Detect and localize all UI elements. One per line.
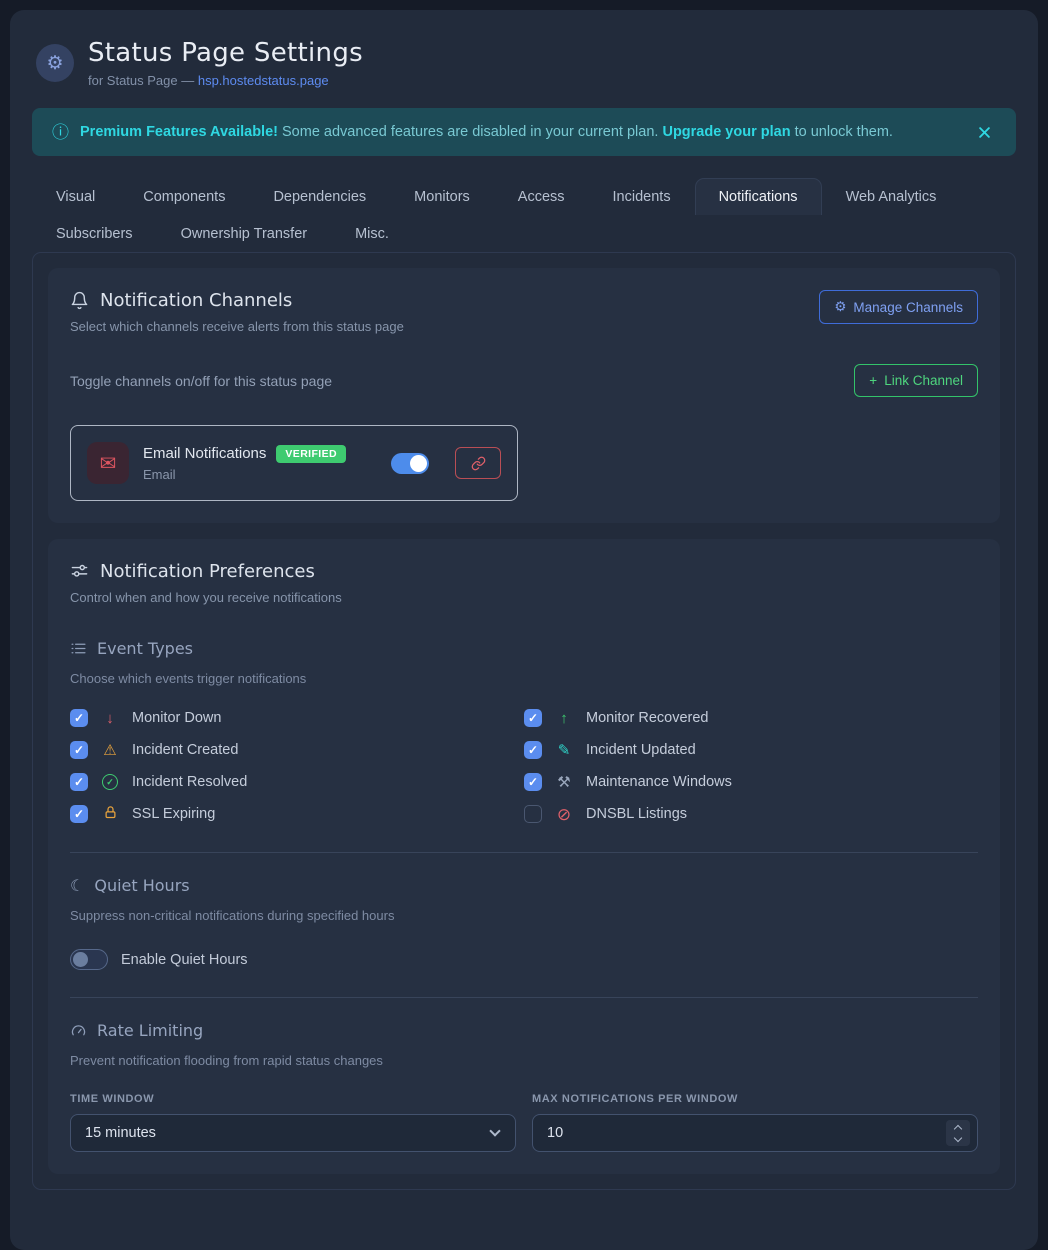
tab-ownership-transfer[interactable]: Ownership Transfer [157,215,332,252]
notification-channels-card: Notification Channels Select which chann… [48,268,1000,523]
checkbox-checked[interactable]: ✓ [524,741,542,759]
moon-icon: ☾ [70,878,84,894]
event-incident-updated[interactable]: ✓ ✎ Incident Updated [524,739,978,761]
chevron-down-icon [954,1133,962,1141]
section-divider [70,997,978,998]
event-types-subtitle: Choose which events trigger notification… [70,671,978,686]
rate-limiting-section: Rate Limiting Prevent notification flood… [70,1021,978,1152]
list-icon [70,640,87,657]
event-monitor-down[interactable]: ✓ ↓ Monitor Down [70,707,524,729]
time-window-field: TIME WINDOW 15 minutes [70,1093,516,1152]
gauge-icon [70,1022,87,1039]
page-title: Status Page Settings [88,38,363,68]
event-dnsbl-listings[interactable]: ⊘ DNSBL Listings [524,803,978,825]
sliders-icon [70,562,89,581]
email-channel-card: ✉ Email Notifications VERIFIED Email [70,425,518,501]
checkbox-checked[interactable]: ✓ [524,709,542,727]
max-notifications-label: MAX NOTIFICATIONS PER WINDOW [532,1093,978,1105]
close-icon [977,125,992,140]
event-incident-created[interactable]: ✓ ⚠ Incident Created [70,739,524,761]
subtitle-text: for Status Page — [88,73,198,88]
chevron-up-icon [954,1124,962,1132]
toggle-hint-text: Toggle channels on/off for this status p… [70,373,332,389]
channels-section-subtitle: Select which channels receive alerts fro… [70,319,404,334]
time-window-label: TIME WINDOW [70,1093,516,1105]
event-types-section: Event Types Choose which events trigger … [70,639,978,825]
event-incident-resolved[interactable]: ✓ ✓ Incident Resolved [70,771,524,793]
tab-dependencies[interactable]: Dependencies [249,178,390,215]
settings-tabs: Visual Components Dependencies Monitors … [32,178,1016,252]
plus-icon: + [869,373,877,388]
quiet-hours-toggle-label: Enable Quiet Hours [121,952,248,968]
rate-limiting-title: Rate Limiting [70,1021,978,1040]
notification-preferences-card: Notification Preferences Control when an… [48,539,1000,1174]
arrow-up-icon: ↑ [554,711,574,726]
page-header: ⚙ Status Page Settings for Status Page —… [36,38,1016,88]
tab-web-analytics[interactable]: Web Analytics [822,178,961,215]
quiet-hours-title: ☾ Quiet Hours [70,876,978,895]
banner-text: Premium Features Available! Some advance… [80,124,893,140]
event-maintenance-windows[interactable]: ✓ ⚒ Maintenance Windows [524,771,978,793]
manage-channels-button[interactable]: ⚙ Manage Channels [819,290,978,324]
tab-notifications[interactable]: Notifications [695,178,822,215]
tab-misc[interactable]: Misc. [331,215,413,252]
tab-monitors[interactable]: Monitors [390,178,494,215]
event-types-grid: ✓ ↓ Monitor Down ✓ ↑ Monitor Recovered ✓… [70,707,978,825]
gear-icon: ⚙ [36,44,74,82]
upgrade-plan-link[interactable]: Upgrade your plan [662,124,790,140]
checkbox-checked[interactable]: ✓ [70,805,88,823]
arrow-down-icon: ↓ [100,711,120,726]
toggle-knob [410,455,427,472]
info-icon: ⓘ [52,124,69,141]
status-page-link[interactable]: hsp.hostedstatus.page [198,73,329,88]
unlink-channel-button[interactable] [455,447,501,479]
gear-icon: ⚙ [834,299,846,315]
settings-page: ⚙ Status Page Settings for Status Page —… [10,10,1038,1250]
quiet-hours-section: ☾ Quiet Hours Suppress non-critical noti… [70,876,978,970]
bell-icon [70,291,89,310]
tab-subscribers[interactable]: Subscribers [32,215,157,252]
event-types-title: Event Types [70,639,978,658]
tab-incidents[interactable]: Incidents [589,178,695,215]
ban-icon: ⊘ [554,806,574,823]
checkbox-checked[interactable]: ✓ [70,741,88,759]
banner-bold-intro: Premium Features Available! [80,124,278,140]
tab-visual[interactable]: Visual [32,178,119,215]
checkbox-unchecked[interactable] [524,805,542,823]
envelope-icon: ✉ [87,442,129,484]
event-monitor-recovered[interactable]: ✓ ↑ Monitor Recovered [524,707,978,729]
quiet-hours-subtitle: Suppress non-critical notifications duri… [70,908,978,923]
link-channel-button[interactable]: + Link Channel [854,364,978,397]
section-divider [70,852,978,853]
toggle-knob [73,952,88,967]
notifications-panel: Notification Channels Select which chann… [32,252,1016,1190]
preferences-section-subtitle: Control when and how you receive notific… [70,590,978,605]
banner-close-button[interactable] [973,121,996,144]
tab-components[interactable]: Components [119,178,249,215]
checkbox-checked[interactable]: ✓ [70,709,88,727]
tools-icon: ⚒ [554,775,574,790]
channel-name: Email Notifications [143,445,266,462]
email-channel-toggle[interactable] [391,453,429,474]
event-ssl-expiring[interactable]: ✓ SSL Expiring [70,803,524,825]
verified-badge: VERIFIED [276,445,346,463]
tab-access[interactable]: Access [494,178,589,215]
quiet-hours-toggle[interactable] [70,949,108,970]
lock-icon [100,805,120,823]
checkbox-checked[interactable]: ✓ [524,773,542,791]
premium-banner: ⓘ Premium Features Available! Some advan… [32,108,1016,156]
channels-section-title: Notification Channels [70,290,404,311]
link-icon [471,456,486,471]
warning-icon: ⚠ [100,743,120,758]
rate-limiting-subtitle: Prevent notification flooding from rapid… [70,1053,978,1068]
preferences-section-title: Notification Preferences [70,561,978,582]
pencil-icon: ✎ [554,743,574,758]
channel-type: Email [143,467,361,482]
page-subtitle: for Status Page — hsp.hostedstatus.page [88,73,363,88]
number-stepper[interactable] [946,1120,970,1146]
max-notifications-field: MAX NOTIFICATIONS PER WINDOW [532,1093,978,1152]
checkbox-checked[interactable]: ✓ [70,773,88,791]
check-circle-icon: ✓ [102,774,118,790]
